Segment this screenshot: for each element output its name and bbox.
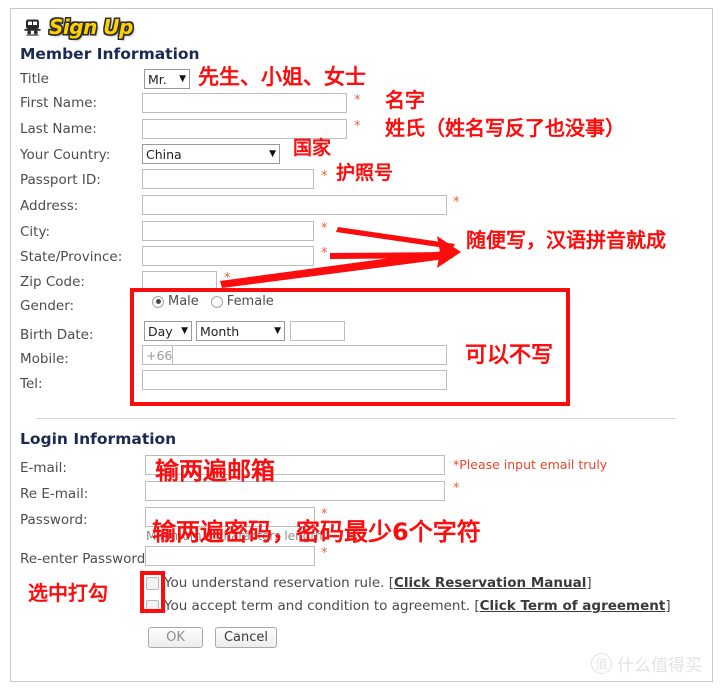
signup-page: Sign Up Member Information Login Informa…: [0, 0, 724, 692]
logo-text: Sign Up: [49, 15, 133, 39]
required-asterisk-state: *: [321, 246, 328, 261]
label-gender: Gender:: [20, 298, 75, 314]
train-icon: [22, 18, 44, 36]
required-asterisk-address: *: [453, 195, 460, 210]
label-password: Password:: [20, 512, 88, 528]
watermark: 值 什么值得买: [591, 651, 702, 676]
label-re-enter-password: Re-enter Password:: [20, 551, 150, 567]
email-note: *Please input email truly: [453, 457, 608, 472]
required-asterisk-re-email: *: [453, 481, 460, 496]
annotation-checkbox: 选中打勾: [28, 581, 108, 605]
checkbox-label-reservation-rule: You understand reservation rule. [Click …: [164, 575, 592, 591]
city-input[interactable]: [142, 221, 314, 241]
annotation-password: 输两遍密码，密码最少6个字符: [152, 518, 481, 546]
label-re-email: Re E-mail:: [20, 486, 89, 502]
label-tel: Tel:: [20, 376, 43, 392]
required-asterisk-city: *: [321, 221, 328, 236]
section-divider: [36, 418, 676, 419]
re-enter-password-input[interactable]: [145, 546, 315, 566]
label-zip-code: Zip Code:: [20, 274, 85, 290]
link-reservation-manual[interactable]: Click Reservation Manual: [394, 575, 586, 591]
login-information-heading: Login Information: [20, 430, 177, 448]
state-province-input[interactable]: [142, 246, 314, 266]
annotation-optional: 可以不写: [465, 343, 554, 368]
annotation-box-checkboxes: [140, 571, 165, 613]
ok-button[interactable]: OK: [148, 627, 203, 648]
term-agreement-text-before: You accept term and condition to agreeme…: [164, 598, 480, 614]
chevron-down-icon: ▼: [269, 148, 276, 159]
cancel-button[interactable]: Cancel: [215, 627, 277, 648]
annotation-passport: 护照号: [336, 162, 394, 184]
reservation-rule-text-before: You understand reservation rule. [: [164, 575, 394, 591]
chevron-down-icon: ▼: [179, 73, 186, 84]
label-state-province: State/Province:: [20, 249, 123, 265]
annotation-title: 先生、小姐、女士: [198, 65, 366, 89]
required-asterisk-last-name: *: [354, 119, 361, 134]
label-country: Your Country:: [20, 147, 111, 163]
title-select[interactable]: Mr. ▼: [144, 69, 190, 89]
required-asterisk-zip: *: [224, 271, 231, 286]
site-logo[interactable]: Sign Up: [22, 14, 133, 40]
annotation-email: 输两遍邮箱: [155, 457, 275, 485]
required-asterisk-passport: *: [321, 169, 328, 184]
link-term-of-agreement[interactable]: Click Term of agreement: [480, 598, 666, 614]
label-birth-date: Birth Date:: [20, 327, 94, 343]
label-passport-id: Passport ID:: [20, 172, 101, 188]
required-asterisk-first-name: *: [354, 93, 361, 108]
member-information-heading: Member Information: [20, 45, 200, 63]
title-select-value: Mr.: [148, 71, 167, 87]
term-agreement-text-after: ]: [665, 598, 671, 614]
watermark-mark: 值: [591, 653, 612, 674]
label-first-name: First Name:: [20, 95, 98, 111]
passport-id-input[interactable]: [142, 169, 314, 189]
annotation-country: 国家: [293, 137, 332, 159]
required-asterisk-re-password: *: [321, 546, 328, 561]
annotation-address: 随便写，汉语拼音就成: [466, 228, 666, 252]
country-select[interactable]: China ▼: [142, 144, 280, 164]
label-address: Address:: [20, 198, 79, 214]
reservation-rule-text-after: ]: [586, 575, 592, 591]
last-name-input[interactable]: [142, 119, 347, 139]
label-mobile: Mobile:: [20, 351, 69, 367]
address-input[interactable]: [142, 195, 447, 215]
label-email: E-mail:: [20, 460, 67, 476]
country-select-value: China: [146, 146, 182, 162]
label-city: City:: [20, 224, 51, 240]
annotation-last-name: 姓氏（姓名写反了也没事）: [385, 116, 625, 140]
first-name-input[interactable]: [142, 93, 347, 113]
watermark-text: 什么值得买: [617, 656, 702, 676]
checkbox-label-term-agreement: You accept term and condition to agreeme…: [164, 598, 671, 614]
label-last-name: Last Name:: [20, 121, 97, 137]
annotation-first-name: 名字: [385, 88, 425, 112]
label-title: Title: [20, 71, 49, 87]
